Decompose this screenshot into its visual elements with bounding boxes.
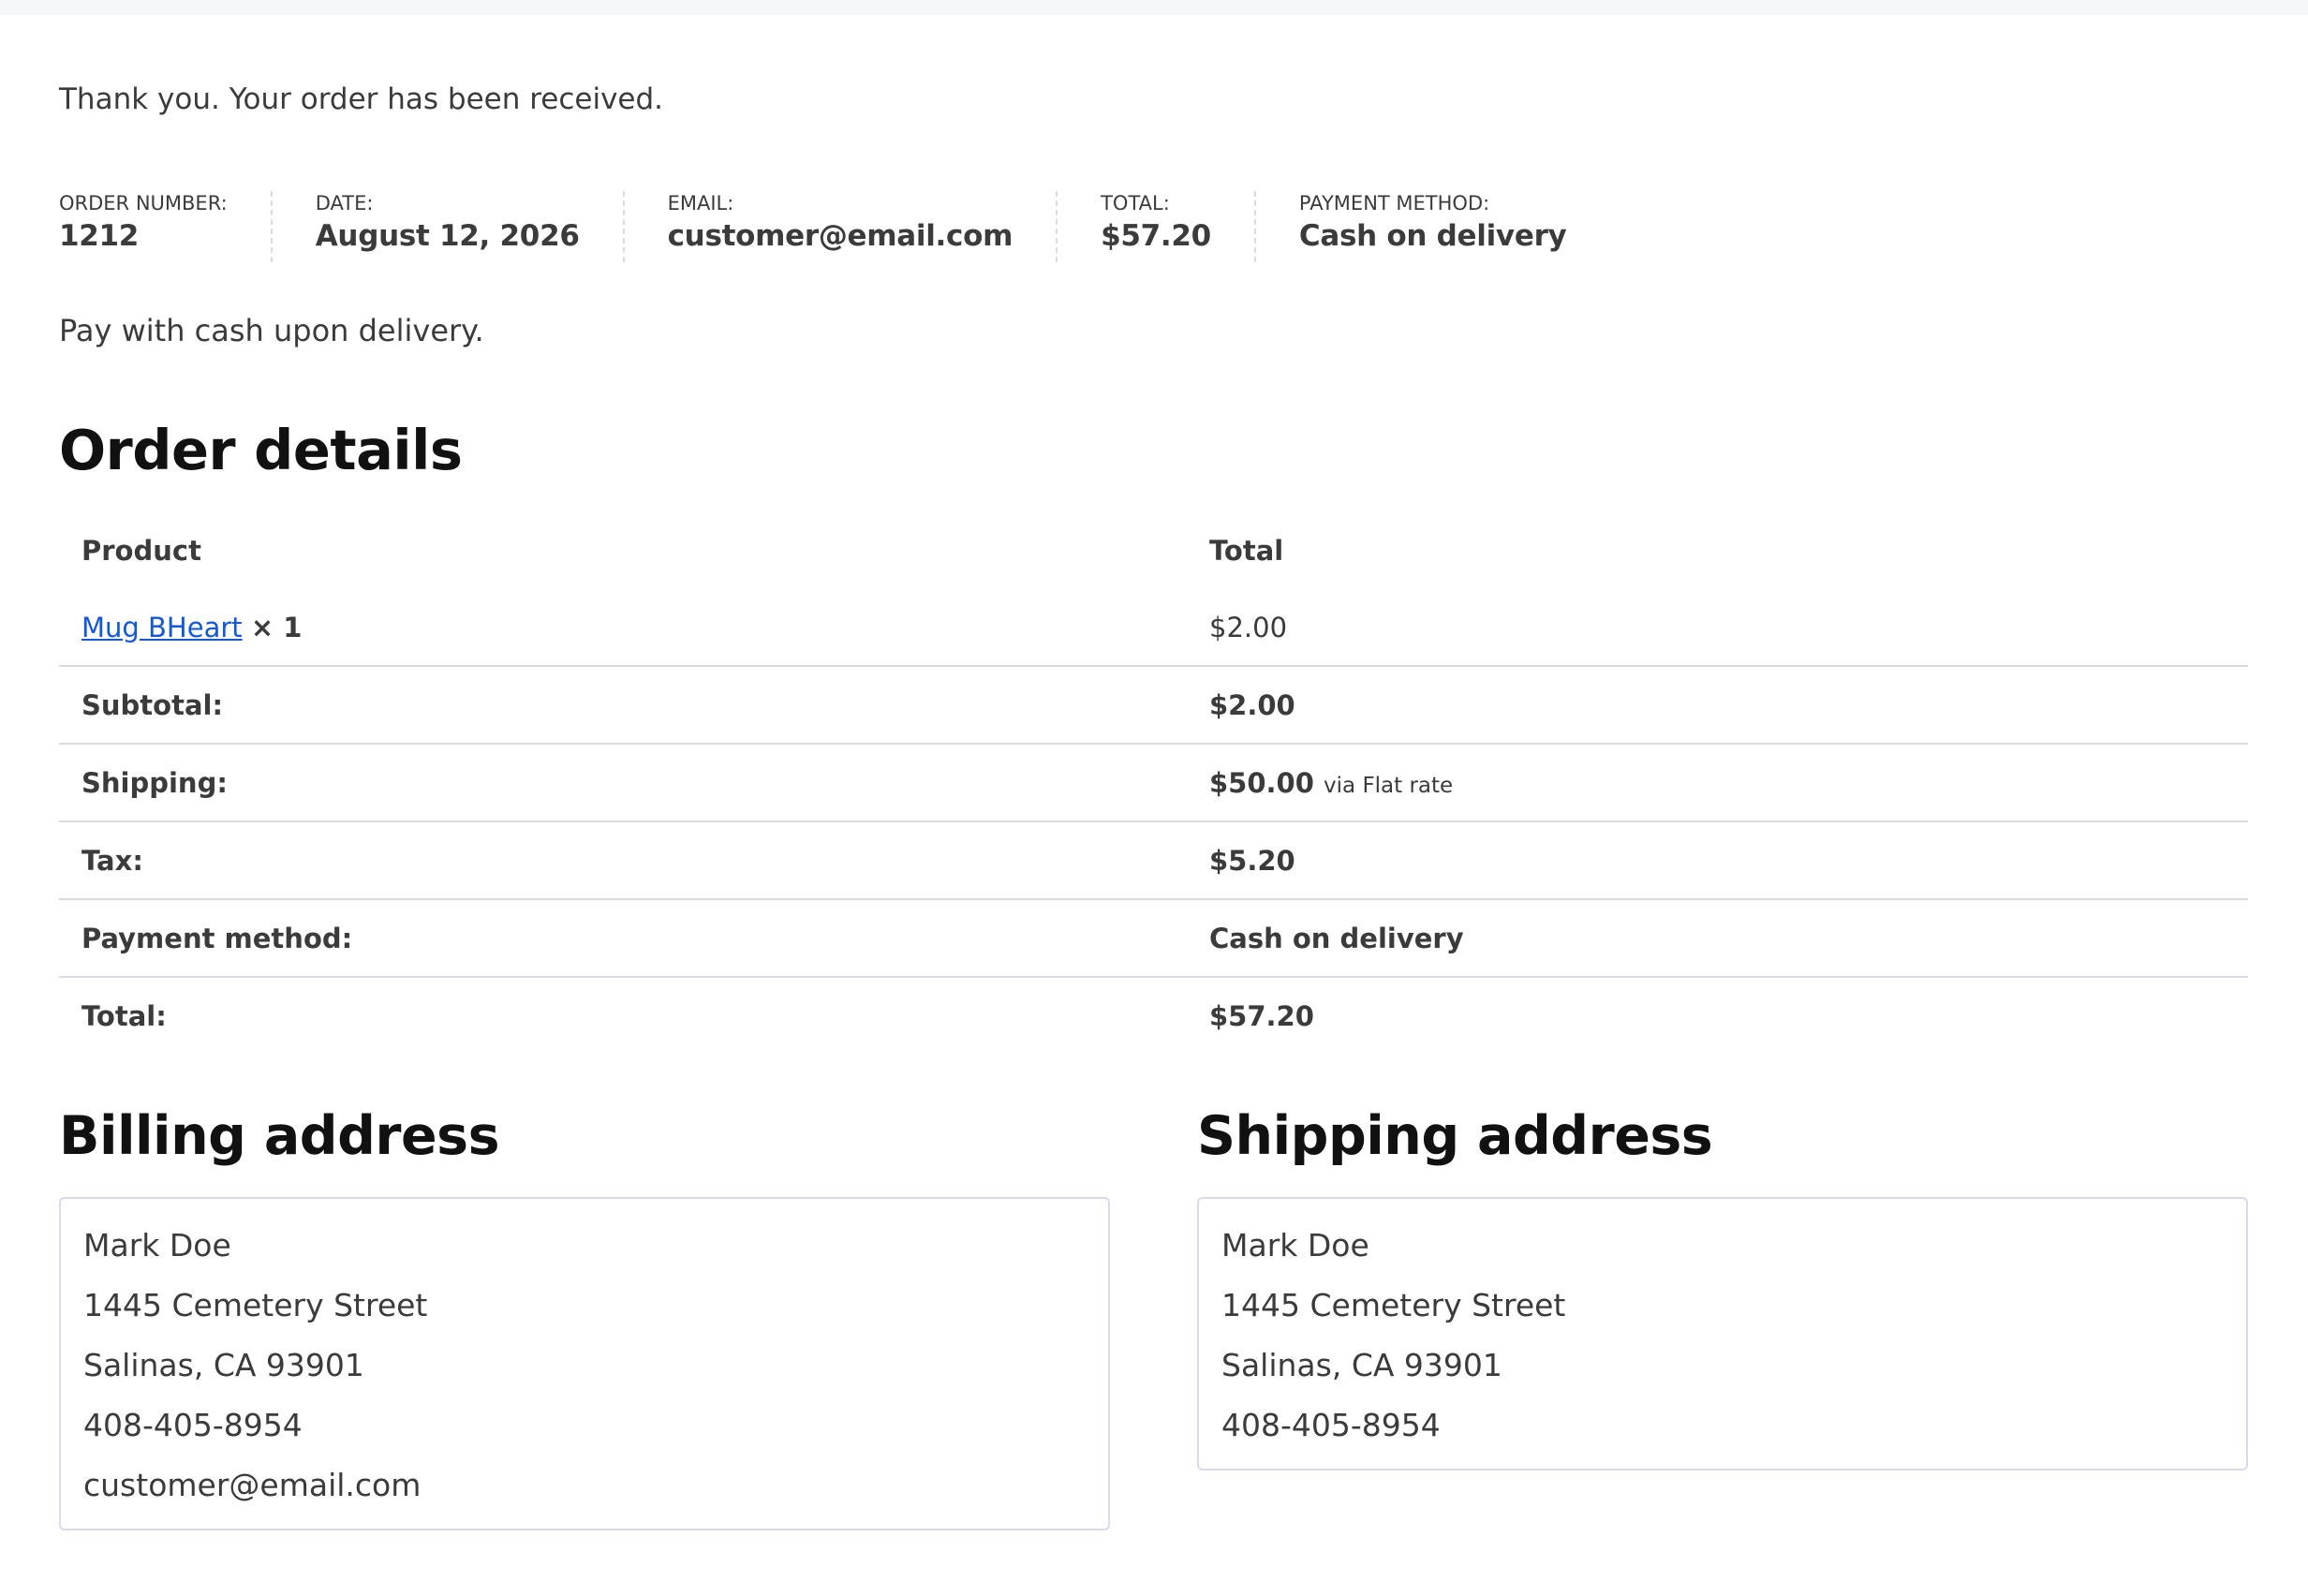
table-row: Subtotal: $2.00 <box>59 666 2248 745</box>
payment-instructions: Pay with cash upon delivery. <box>59 313 484 348</box>
column-header-product: Product <box>81 534 201 567</box>
table-header-row: Product Total <box>59 511 2248 589</box>
order-details-title: Order details <box>59 418 463 482</box>
overview-label: Payment method: <box>1298 192 1490 214</box>
shipping-address-box: Mark Doe 1445 Cemetery Street Salinas, C… <box>1197 1197 2248 1470</box>
billing-address-section: Billing address Mark Doe 1445 Cemetery S… <box>59 1101 1110 1530</box>
product-cell: Mug BHeart × 1 <box>59 589 1187 667</box>
table-row: Mug BHeart × 1 $2.00 <box>59 589 2248 667</box>
overview-value: 1212 <box>59 219 140 253</box>
overview-value: August 12, 2026 <box>315 219 580 253</box>
shipping-cell: $50.00 via Flat rate <box>1187 744 2248 822</box>
billing-address-title: Billing address <box>59 1105 500 1167</box>
overview-label: Total: <box>1101 192 1170 214</box>
overview-label: Order number: <box>59 192 228 214</box>
payment-method-label: Payment method: <box>59 899 1187 978</box>
order-details-table: Product Total Mug BHeart × 1 $2.00 Subto… <box>59 511 2248 1054</box>
overview-value: Cash on delivery <box>1298 219 1567 253</box>
billing-name: Mark Doe <box>83 1227 231 1264</box>
overview-label: Email: <box>667 192 734 214</box>
shipping-label: Shipping: <box>59 744 1187 822</box>
column-header-total: Total <box>1209 534 1284 567</box>
overview-order-number: Order number: 1212 <box>59 191 273 262</box>
overview-label: Date: <box>315 192 374 214</box>
table-row: Payment method: Cash on delivery <box>59 899 2248 978</box>
overview-value: $57.20 <box>1101 219 1211 253</box>
billing-street: 1445 Cemetery Street <box>83 1287 428 1323</box>
shipping-value: $50.00 <box>1209 766 1314 799</box>
product-quantity: × 1 <box>250 611 303 643</box>
overview-total: Total: $57.20 <box>1058 191 1256 262</box>
tax-label: Tax: <box>59 821 1187 900</box>
shipping-phone: 408-405-8954 <box>1221 1407 1441 1443</box>
order-total-label: Total: <box>81 999 167 1032</box>
billing-address-box: Mark Doe 1445 Cemetery Street Salinas, C… <box>59 1197 1110 1530</box>
billing-phone: 408-405-8954 <box>83 1407 303 1443</box>
overview-payment-method: Payment method: Cash on delivery <box>1256 191 1610 262</box>
table-row: Shipping: $50.00 via Flat rate <box>59 744 2248 822</box>
subtotal-value: $2.00 <box>1187 666 2248 745</box>
order-received-notice: Thank you. Your order has been received. <box>59 82 664 116</box>
table-row: Total: $57.20 <box>59 977 2248 1054</box>
table-row: Tax: $5.20 <box>59 821 2248 900</box>
top-bar <box>0 0 2308 15</box>
product-link[interactable]: Mug BHeart <box>81 612 243 643</box>
overview-date: Date: August 12, 2026 <box>273 191 625 262</box>
payment-method-value: Cash on delivery <box>1187 899 2248 978</box>
subtotal-label: Subtotal: <box>59 666 1187 745</box>
shipping-street: 1445 Cemetery Street <box>1221 1287 1566 1323</box>
billing-email: customer@email.com <box>83 1467 422 1503</box>
overview-value: customer@email.com <box>667 219 1013 253</box>
product-total: $2.00 <box>1187 589 2248 667</box>
shipping-method-note: via Flat rate <box>1324 773 1454 798</box>
shipping-address-title: Shipping address <box>1197 1105 1713 1167</box>
order-total-value: $57.20 <box>1209 999 1314 1032</box>
billing-city-state-zip: Salinas, CA 93901 <box>83 1347 364 1383</box>
shipping-address-section: Shipping address Mark Doe 1445 Cemetery … <box>1197 1101 2248 1470</box>
shipping-name: Mark Doe <box>1221 1227 1369 1264</box>
overview-email: Email: customer@email.com <box>625 191 1058 262</box>
order-overview: Order number: 1212 Date: August 12, 2026… <box>59 191 1609 262</box>
tax-value: $5.20 <box>1187 821 2248 900</box>
shipping-city-state-zip: Salinas, CA 93901 <box>1221 1347 1502 1383</box>
